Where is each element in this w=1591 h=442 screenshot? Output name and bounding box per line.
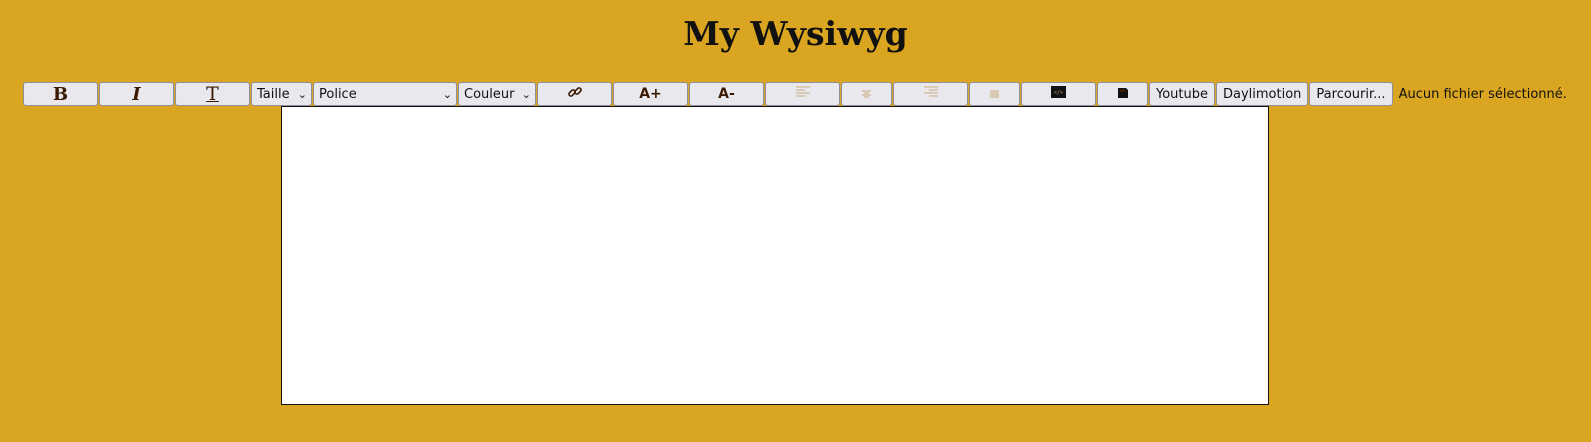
font-select-value: Police — [319, 86, 357, 102]
bold-button[interactable]: B — [23, 82, 98, 106]
color-select[interactable]: Couleur ⌄ — [458, 82, 536, 106]
code-icon: </> — [1051, 86, 1066, 102]
font-select[interactable]: Police ⌄ — [313, 82, 457, 106]
color-select-value: Couleur — [464, 86, 515, 102]
youtube-button[interactable]: Youtube — [1149, 82, 1215, 106]
chevron-down-icon: ⌄ — [521, 87, 531, 101]
align-right-icon — [923, 86, 938, 102]
font-increase-button[interactable]: A+ — [613, 82, 688, 106]
font-decrease-label: A- — [718, 86, 735, 102]
insert-code-button[interactable]: </> — [1021, 82, 1096, 106]
chevron-down-icon: ⌄ — [442, 87, 452, 101]
editor-toolbar: B I T Taille ⌄ Police ⌄ Couleur ⌄ A+ A- — [23, 81, 1567, 107]
editor-area[interactable] — [281, 106, 1269, 405]
bold-label: B — [52, 83, 69, 105]
chevron-down-icon: ⌄ — [297, 87, 307, 101]
insert-link-button[interactable] — [537, 82, 612, 106]
link-icon — [567, 84, 583, 104]
font-decrease-button[interactable]: A- — [689, 82, 764, 106]
underline-button[interactable]: T — [175, 82, 250, 106]
font-increase-label: A+ — [639, 86, 662, 102]
size-select[interactable]: Taille ⌄ — [251, 82, 312, 106]
size-select-value: Taille — [257, 86, 290, 102]
underline-label: T — [206, 83, 219, 105]
align-justify-icon — [990, 87, 999, 102]
save-button[interactable] — [1097, 82, 1148, 106]
page-title: My Wysiwyg — [683, 14, 908, 53]
italic-button[interactable]: I — [99, 82, 174, 106]
italic-label: I — [132, 83, 141, 105]
svg-text:</>: </> — [1054, 90, 1063, 96]
align-left-icon — [795, 86, 810, 102]
dailymotion-button[interactable]: Daylimotion — [1216, 82, 1309, 106]
align-center-icon — [862, 87, 871, 102]
save-icon — [1117, 87, 1128, 102]
file-status-text: Aucun fichier sélectionné. — [1398, 86, 1567, 102]
align-center-button[interactable] — [841, 82, 892, 106]
align-left-button[interactable] — [765, 82, 840, 106]
align-justify-button[interactable] — [969, 82, 1020, 106]
browse-file-button[interactable]: Parcourir... — [1309, 82, 1393, 106]
align-right-button[interactable] — [893, 82, 968, 106]
